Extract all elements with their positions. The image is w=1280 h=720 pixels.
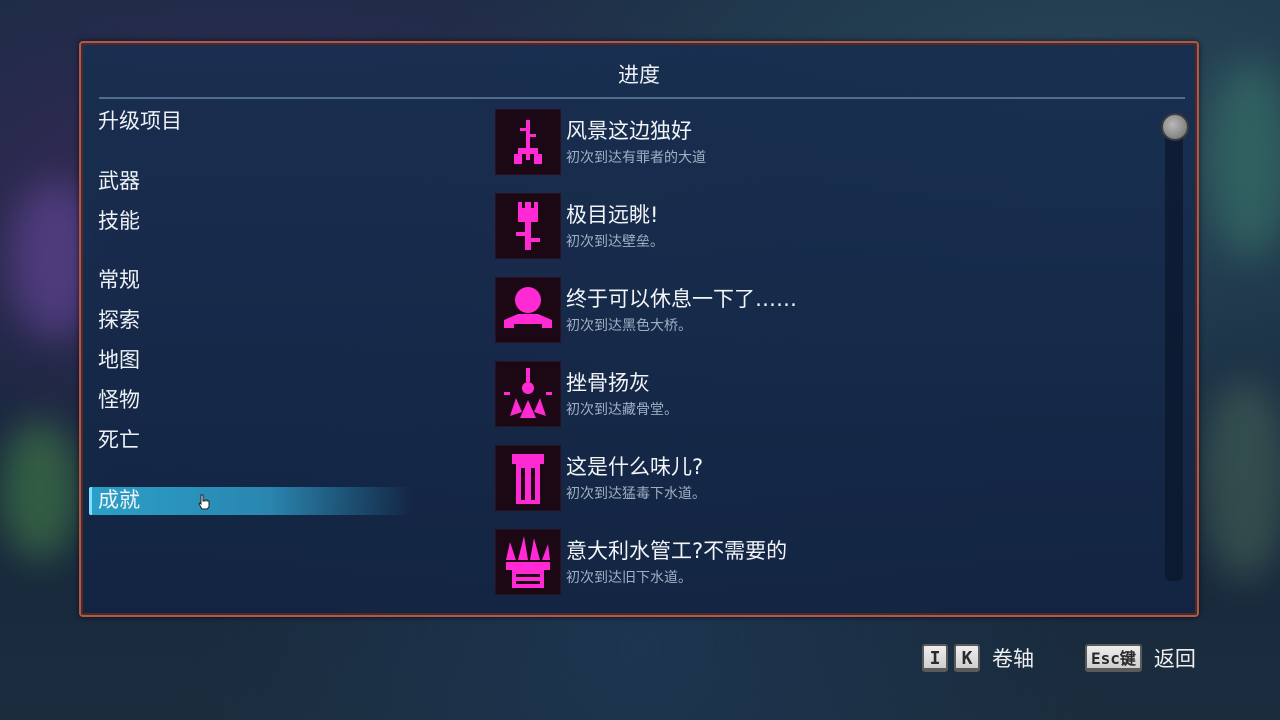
achievement-title: 意大利水管工?不需要的 [566,539,788,563]
category-exploration[interactable]: 探索 [98,306,140,334]
scrollbar-track[interactable] [1165,129,1183,581]
scroll-hint[interactable]: I K 卷轴 [922,641,1034,675]
achievement-title: 这是什么味儿? [566,455,704,479]
achievement-description: 初次到达壁垒。 [566,234,664,250]
category-achievements[interactable]: 成就 [98,486,140,514]
ossuary-icon [495,361,561,427]
achievement-item[interactable]: 终于可以休息一下了…… 初次到达黑色大桥。 [489,271,1169,355]
achievement-description: 初次到达猛毒下水道。 [566,486,706,502]
hand-cursor-icon [198,494,210,510]
achievement-item[interactable]: 风景这边独好 初次到达有罪者的大道 [489,103,1169,187]
category-map[interactable]: 地图 [98,346,140,374]
progress-panel: 进度 升级项目 武器 技能 常规 探索 地图 怪物 死亡 成就 风景这边独好 初… [79,41,1199,617]
category-general[interactable]: 常规 [98,266,140,294]
thorned-tree-icon [495,109,561,175]
achievement-item[interactable]: 意大利水管工?不需要的 初次到达旧下水道。 [489,523,1169,603]
pipe-icon [495,445,561,511]
scroll-label: 卷轴 [992,647,1034,671]
achievement-title: 终于可以休息一下了…… [566,287,797,311]
key-i: I [922,644,948,672]
category-skills[interactable]: 技能 [98,207,140,235]
achievement-item[interactable]: 极目远眺! 初次到达壁垒。 [489,187,1169,271]
achievement-list[interactable]: 风景这边独好 初次到达有罪者的大道 极目远眺! 初次到达壁垒。 终于可以休息一下… [489,103,1169,603]
bridge-icon [495,277,561,343]
background-blur [0,420,80,560]
achievement-title: 风景这边独好 [566,119,692,143]
back-hint[interactable]: Esc键 返回 [1085,641,1196,675]
tower-icon [495,193,561,259]
background-blur [1210,60,1280,260]
category-deaths[interactable]: 死亡 [98,426,140,454]
title-divider [99,97,1185,99]
back-label: 返回 [1153,647,1196,671]
category-upgrades[interactable]: 升级项目 [98,107,182,135]
achievement-title: 极目远眺! [566,203,659,227]
category-monsters[interactable]: 怪物 [98,386,140,414]
category-weapons[interactable]: 武器 [98,167,140,195]
key-k: K [954,644,980,672]
achievement-description: 初次到达旧下水道。 [566,570,692,586]
panel-title: 进度 [618,63,660,87]
achievement-description: 初次到达藏骨堂。 [566,402,678,418]
achievement-description: 初次到达黑色大桥。 [566,318,692,334]
achievement-title: 挫骨扬灰 [566,371,650,395]
achievement-item[interactable]: 这是什么味儿? 初次到达猛毒下水道。 [489,439,1169,523]
achievement-description: 初次到达有罪者的大道 [566,150,706,166]
scrollbar-thumb[interactable] [1161,113,1189,141]
sewer-grate-icon [495,529,561,595]
key-esc: Esc键 [1085,644,1142,672]
achievement-item[interactable]: 挫骨扬灰 初次到达藏骨堂。 [489,355,1169,439]
background-blur [1200,380,1280,580]
